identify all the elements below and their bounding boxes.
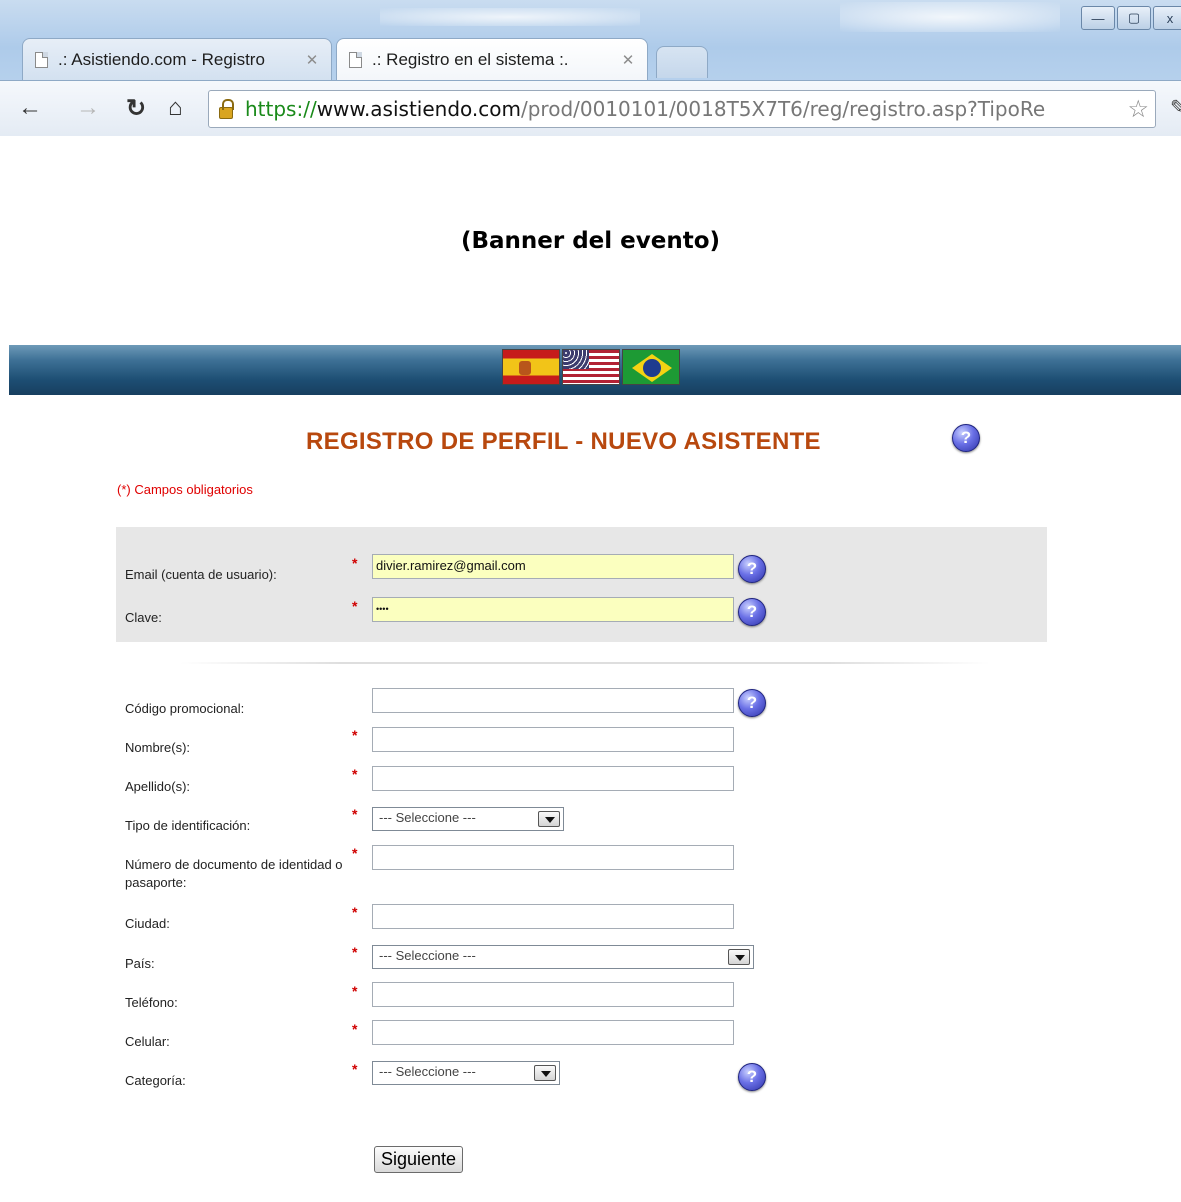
dropdown-arrow-icon[interactable] <box>538 811 560 827</box>
back-arrow-icon[interactable]: ← <box>18 94 42 122</box>
account-section <box>116 527 1047 642</box>
city-field[interactable] <box>372 904 734 929</box>
country-selected: --- Seleccione --- <box>379 948 476 963</box>
browser-tab-active[interactable]: .: Registro en el sistema :. ✕ <box>336 38 648 80</box>
help-icon[interactable]: ? <box>738 598 766 626</box>
reload-icon[interactable]: ↻ <box>126 94 146 123</box>
lock-icon <box>219 99 234 119</box>
next-button[interactable]: Siguiente <box>374 1146 464 1173</box>
address-bar[interactable]: https://www.asistiendo.com/prod/0010101/… <box>208 90 1156 128</box>
help-icon[interactable]: ? <box>952 424 980 452</box>
url-host: www.asistiendo.com <box>316 97 521 121</box>
password-label: Clave: <box>125 610 162 625</box>
window-controls: — ▢ x <box>1079 6 1181 30</box>
url-text[interactable]: https://www.asistiendo.com/prod/0010101/… <box>245 97 1125 121</box>
close-tab-icon[interactable]: ✕ <box>617 51 639 69</box>
country-select[interactable]: --- Seleccione --- <box>372 945 754 969</box>
mobile-field[interactable] <box>372 1020 734 1045</box>
help-icon[interactable]: ? <box>738 1063 766 1091</box>
required-mark: * <box>352 806 358 822</box>
home-icon[interactable]: ⌂ <box>168 94 183 122</box>
email-field[interactable]: divier.ramirez@gmail.com <box>372 554 734 579</box>
page-icon <box>35 51 48 68</box>
required-mark: * <box>352 944 358 960</box>
required-mark: * <box>352 983 358 999</box>
city-label: Ciudad: <box>125 916 170 931</box>
browser-chrome: — ▢ x .: Asistiendo.com - Registro ✕ .: … <box>0 0 1181 136</box>
last-name-label: Apellido(s): <box>125 779 191 794</box>
first-name-field[interactable] <box>372 727 734 752</box>
help-icon[interactable]: ? <box>738 555 766 583</box>
required-mark: * <box>352 1061 358 1077</box>
dropdown-arrow-icon[interactable] <box>534 1065 556 1081</box>
new-tab-button[interactable] <box>656 46 708 78</box>
browser-tab[interactable]: .: Asistiendo.com - Registro ✕ <box>22 38 332 80</box>
document-number-label: Número de documento de identidad o pasap… <box>125 857 343 890</box>
required-mark: * <box>352 766 358 782</box>
mobile-label: Celular: <box>125 1034 170 1049</box>
id-type-selected: --- Seleccione --- <box>379 810 476 825</box>
category-label: Categoría: <box>125 1073 186 1088</box>
phone-label: Teléfono: <box>125 995 178 1010</box>
help-icon[interactable]: ? <box>738 689 766 717</box>
spain-flag-icon[interactable] <box>502 349 560 385</box>
required-mark: * <box>352 598 358 614</box>
close-window-button[interactable]: x <box>1153 6 1181 30</box>
phone-field[interactable] <box>372 982 734 1007</box>
page-icon <box>349 51 362 68</box>
required-mark: * <box>352 904 358 920</box>
brazil-flag-icon[interactable] <box>622 349 680 385</box>
event-banner: (Banner del evento) <box>460 228 721 254</box>
id-type-select[interactable]: --- Seleccione --- <box>372 807 564 831</box>
titlebar-highlight <box>840 2 1060 32</box>
category-selected: --- Seleccione --- <box>379 1064 476 1079</box>
first-name-label: Nombre(s): <box>125 740 191 755</box>
id-type-label: Tipo de identificación: <box>125 818 251 833</box>
page-title: REGISTRO DE PERFIL - NUEVO ASISTENTE <box>306 428 821 455</box>
tab-title: .: Registro en el sistema :. <box>372 49 569 69</box>
last-name-field[interactable] <box>372 766 734 791</box>
usa-flag-icon[interactable] <box>562 349 620 385</box>
promo-code-label: Código promocional: <box>125 701 245 716</box>
required-mark: * <box>352 555 358 571</box>
password-field[interactable]: •••• <box>372 597 734 622</box>
required-fields-note: (*) Campos obligatorios <box>117 482 253 497</box>
document-number-field[interactable] <box>372 845 734 870</box>
email-label: Email (cuenta de usuario): <box>125 567 277 582</box>
dropdown-arrow-icon[interactable] <box>728 949 750 965</box>
required-mark: * <box>352 845 358 861</box>
category-select[interactable]: --- Seleccione --- <box>372 1061 560 1085</box>
forward-arrow-icon[interactable]: → <box>76 94 100 122</box>
section-divider <box>180 662 990 664</box>
minimize-button[interactable]: — <box>1081 6 1115 30</box>
maximize-button[interactable]: ▢ <box>1117 6 1151 30</box>
url-path: /prod/0010101/0018T5X7T6/reg/registro.as… <box>520 97 1046 121</box>
wrench-menu-icon[interactable]: ✎ <box>1170 95 1181 120</box>
required-mark: * <box>352 727 358 743</box>
promo-code-field[interactable] <box>372 688 734 713</box>
url-protocol: https:// <box>245 97 317 121</box>
bookmark-star-icon[interactable]: ☆ <box>1127 95 1149 124</box>
close-tab-icon[interactable]: ✕ <box>301 51 323 69</box>
titlebar-highlight <box>380 8 640 26</box>
country-label: País: <box>125 956 155 971</box>
tab-title: .: Asistiendo.com - Registro <box>58 49 265 69</box>
language-flags <box>502 349 680 385</box>
required-mark: * <box>352 1021 358 1037</box>
